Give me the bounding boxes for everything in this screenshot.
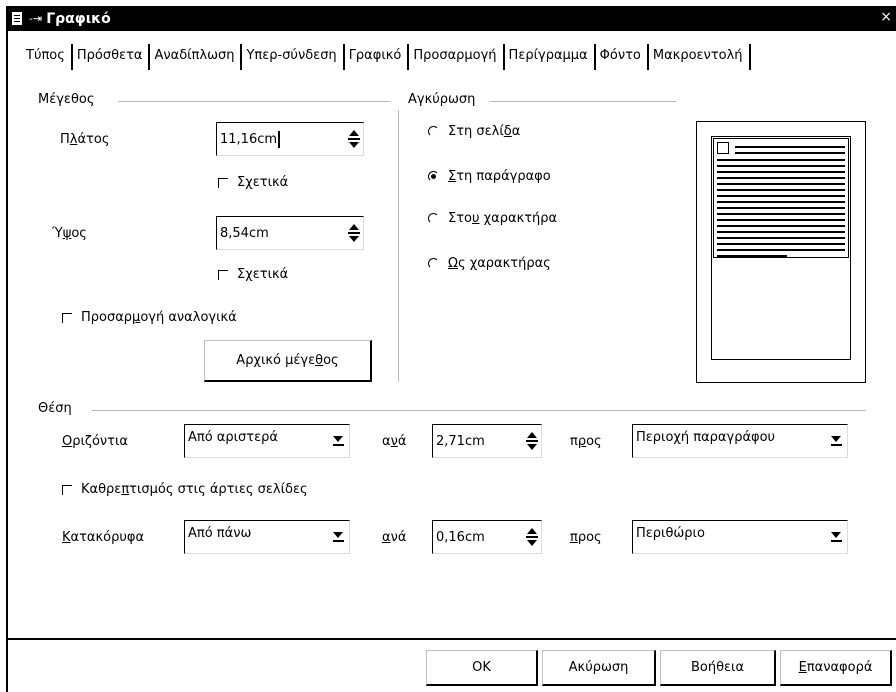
anchor-character-label: Στου χαρακτήρα — [448, 211, 558, 226]
anchor-group-line — [490, 101, 676, 102]
radio-dot[interactable] — [428, 213, 439, 224]
relative-width-label: Σχετικά — [237, 175, 289, 190]
checkbox-box[interactable] — [62, 312, 72, 323]
cancel-button[interactable]: Ακύρωση — [542, 650, 656, 686]
vertical-dropdown[interactable]: Από πάνω — [184, 520, 350, 554]
size-group-label: Μέγεθος — [38, 92, 99, 107]
reset-button[interactable]: Επαναφορά — [780, 650, 892, 686]
position-group-label: Θέση — [38, 401, 76, 416]
vertical-to-label: προς — [570, 530, 602, 545]
horizontal-by-label: ανά — [382, 434, 407, 449]
radio-dot-selected[interactable] — [428, 171, 439, 182]
horizontal-dropdown[interactable]: Από αριστερά — [184, 424, 350, 458]
window-title: Γραφικό — [46, 10, 111, 27]
anchor-character-radio[interactable]: Στου χαρακτήρα — [428, 211, 557, 226]
horizontal-offset-arrows[interactable] — [523, 432, 541, 450]
help-button[interactable]: Βοήθεια — [660, 650, 776, 686]
vertical-to-value[interactable]: Περιθώριο — [633, 526, 825, 541]
anchor-paragraph-label: Στη παράγραφο — [448, 169, 551, 184]
chevron-down-icon[interactable] — [327, 436, 349, 446]
vertical-offset-value[interactable]: 0,16cm — [433, 530, 523, 545]
mirror-checkbox[interactable]: Καθρεπτισμός στις άρτιες σελίδες — [62, 482, 308, 497]
tab-border[interactable]: Περίγραμμα — [505, 44, 596, 70]
mirror-label: Καθρεπτισμός στις άρτιες σελίδες — [81, 482, 308, 497]
height-label: Ύψος — [52, 226, 87, 241]
relative-width-checkbox[interactable]: Σχετικά — [218, 175, 288, 190]
height-spin-arrows[interactable] — [345, 224, 363, 242]
anchor-page-label: Στη σελίδα — [448, 124, 521, 139]
tab-hyperlink[interactable]: Υπερ-σύνδεση — [242, 44, 345, 70]
width-spin-arrows[interactable] — [345, 130, 363, 148]
anchor-as-character-radio[interactable]: Ως χαρακτήρας — [428, 256, 551, 271]
keep-ratio-checkbox[interactable]: Προσαρμογή αναλογικά — [62, 310, 237, 325]
radio-dot[interactable] — [428, 126, 439, 137]
button-bar-divider — [6, 638, 896, 640]
height-spinner[interactable]: 8,54cm — [216, 216, 364, 250]
window-frame — [6, 31, 8, 692]
pin-icon[interactable]: -⇥ — [29, 12, 42, 25]
anchor-as-character-label: Ως χαρακτήρας — [448, 256, 551, 271]
checkbox-box[interactable] — [218, 177, 228, 188]
vertical-dropdown-value[interactable]: Από πάνω — [185, 526, 327, 541]
chevron-down-icon[interactable] — [825, 436, 847, 446]
tab-type[interactable]: Τύπος — [22, 44, 73, 70]
tab-background[interactable]: Φόντο — [596, 44, 649, 70]
chevron-down-icon[interactable] — [825, 532, 847, 542]
chevron-down-icon[interactable] — [327, 532, 349, 542]
horizontal-offset-spinner[interactable]: 2,71cm — [432, 424, 542, 458]
width-spinner[interactable]: 11,16cm — [216, 122, 364, 156]
vertical-to-dropdown[interactable]: Περιθώριο — [632, 520, 848, 554]
horizontal-to-label: προς — [570, 434, 602, 449]
relative-height-checkbox[interactable]: Σχετικά — [218, 267, 288, 282]
tab-adjust[interactable]: Προσαρμογή — [409, 44, 505, 70]
horizontal-offset-value[interactable]: 2,71cm — [433, 434, 523, 449]
tab-bar: Τύπος Πρόσθετα Αναδίπλωση Υπερ-σύνδεση Γ… — [22, 44, 751, 72]
close-icon[interactable]: × — [880, 9, 892, 25]
vertical-by-label: ανά — [382, 530, 407, 545]
anchor-group-label: Αγκύρωση — [408, 92, 480, 107]
reset-label: Επαναφορά — [798, 660, 873, 675]
anchor-page-radio[interactable]: Στη σελίδα — [428, 124, 520, 139]
size-group-line — [118, 101, 390, 102]
anchor-paragraph-radio[interactable]: Στη παράγραφο — [428, 169, 551, 184]
relative-height-label: Σχετικά — [237, 267, 289, 282]
vertical-offset-spinner[interactable]: 0,16cm — [432, 520, 542, 554]
original-size-button[interactable]: Αρχικό μέγεθος — [204, 340, 372, 382]
vertical-label: Κατακόρυφα — [62, 530, 145, 545]
horizontal-dropdown-value[interactable]: Από αριστερά — [185, 430, 327, 445]
keep-ratio-label: Προσαρμογή αναλογικά — [81, 310, 237, 325]
tab-graphic[interactable]: Γραφικό — [345, 44, 410, 70]
width-value[interactable]: 11,16cm — [217, 130, 345, 148]
app-icon — [10, 11, 26, 27]
horizontal-label: Οριζόντια — [62, 434, 128, 449]
group-divider — [398, 110, 399, 382]
position-group-line — [92, 410, 866, 411]
checkbox-box[interactable] — [218, 269, 228, 280]
original-size-label: Αρχικό μέγεθος — [236, 353, 339, 368]
horizontal-to-dropdown[interactable]: Περιοχή παραγράφου — [632, 424, 848, 458]
height-value[interactable]: 8,54cm — [217, 226, 345, 241]
ok-button[interactable]: OK — [426, 650, 538, 686]
preview-frame-icon — [717, 142, 729, 154]
tab-macro[interactable]: Μακροεντολή — [649, 44, 751, 70]
title-bar: -⇥ Γραφικό × — [6, 6, 896, 31]
vertical-offset-arrows[interactable] — [523, 528, 541, 546]
checkbox-box[interactable] — [62, 484, 72, 495]
page-preview — [696, 121, 866, 383]
radio-dot[interactable] — [428, 258, 439, 269]
tab-options[interactable]: Πρόσθετα — [73, 44, 151, 70]
horizontal-to-value[interactable]: Περιοχή παραγράφου — [633, 430, 825, 445]
tab-wrap[interactable]: Αναδίπλωση — [150, 44, 243, 70]
width-label: Πλάτος — [60, 132, 110, 147]
